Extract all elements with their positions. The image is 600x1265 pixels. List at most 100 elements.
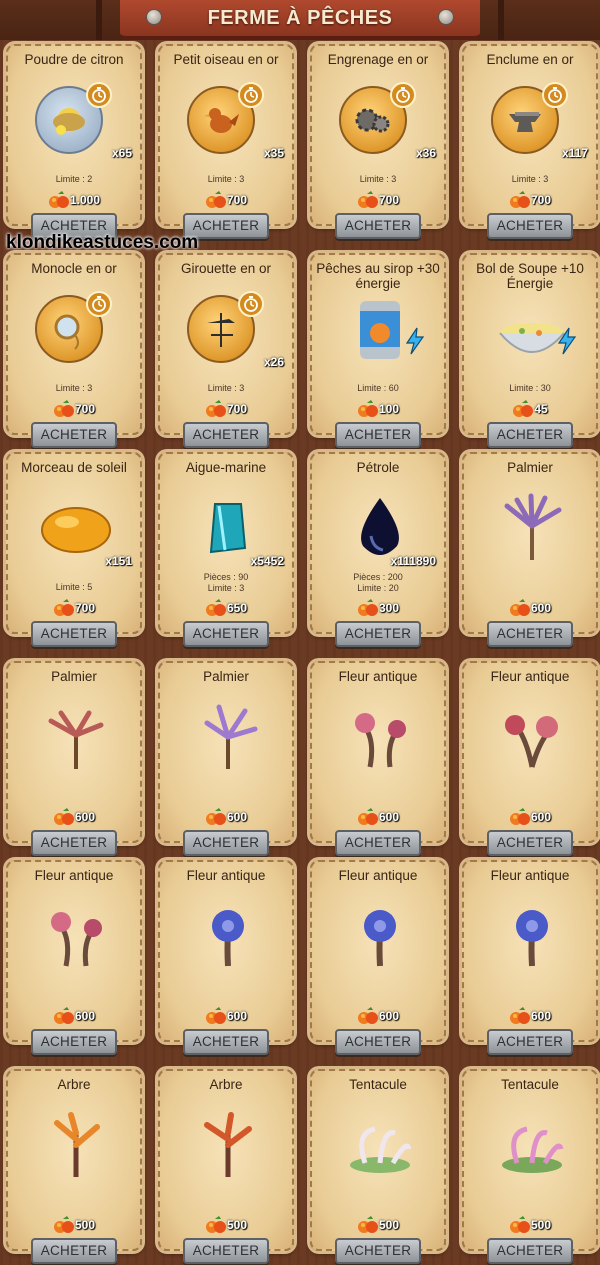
limit-line: Limite : 3 bbox=[207, 174, 245, 184]
item-price: 500 bbox=[464, 1216, 596, 1234]
buy-button[interactable]: ACHETER bbox=[487, 621, 573, 647]
shop-item-card[interactable]: Palmier 600 bbox=[158, 661, 294, 843]
item-price: 600 bbox=[464, 808, 596, 826]
price-amount: 500 bbox=[74, 1218, 96, 1232]
ancient-flower-red-icon bbox=[487, 701, 577, 777]
item-title: Enclume en or bbox=[486, 52, 574, 67]
shop-item-card[interactable]: Palmier 600 bbox=[462, 452, 598, 634]
price-amount: 700 bbox=[530, 193, 552, 207]
peach-currency-icon bbox=[205, 400, 227, 418]
shop-item-card[interactable]: Enclume en or x117 Limite : 3 700 bbox=[462, 44, 598, 226]
item-count: x36 bbox=[415, 146, 436, 160]
buy-button[interactable]: ACHETER bbox=[335, 422, 421, 448]
tentacle-white-icon bbox=[335, 1109, 425, 1185]
peach-currency-icon bbox=[205, 599, 227, 617]
shop-item-card[interactable]: Arbre 500 bbox=[158, 1069, 294, 1251]
item-limit: Limite : 3 bbox=[160, 174, 292, 185]
buy-button[interactable]: ACHETER bbox=[335, 1029, 421, 1055]
shop-item-card[interactable]: Tentacule 500 bbox=[462, 1069, 598, 1251]
limit-line: Limite : 3 bbox=[511, 174, 549, 184]
buy-button[interactable]: ACHETER bbox=[487, 830, 573, 856]
item-count: x151 bbox=[105, 554, 132, 568]
timer-icon bbox=[86, 291, 112, 317]
shop-item-card[interactable]: Pêches au sirop +30 énergie Limite : 60 10… bbox=[310, 253, 446, 435]
watermark-text: klondikeastuces.com bbox=[6, 232, 199, 253]
shop-item-card[interactable]: Arbre 500 bbox=[6, 1069, 142, 1251]
item-count: x65 bbox=[111, 146, 132, 160]
buy-button[interactable]: ACHETER bbox=[335, 1238, 421, 1264]
buy-button[interactable]: ACHETER bbox=[183, 1029, 269, 1055]
shop-item-card[interactable]: Poudre de citron x65 Limite : 2 1.000 bbox=[6, 44, 142, 226]
limit-line: Pièces : 200 bbox=[353, 572, 403, 582]
limit-line: Limite : 60 bbox=[357, 383, 399, 393]
price-amount: 700 bbox=[74, 601, 96, 615]
peach-currency-icon bbox=[509, 191, 531, 209]
shop-item-card[interactable]: Aigue-marine x5452 Pièces : 90 Limite : 3 65… bbox=[158, 452, 294, 634]
shop-item-card[interactable]: Engrenage en or x36 Limite : 3 700 bbox=[310, 44, 446, 226]
buy-button[interactable]: ACHETER bbox=[31, 1238, 117, 1264]
buy-button[interactable]: ACHETER bbox=[183, 422, 269, 448]
shop-item-card[interactable]: Fleur antique 600 bbox=[462, 860, 598, 1042]
peach-currency-icon bbox=[509, 1216, 531, 1234]
shop-item-card[interactable]: Palmier 600 bbox=[6, 661, 142, 843]
peach-currency-icon bbox=[509, 599, 531, 617]
shop-item-card[interactable]: Petit oiseau en or x35 Limite : 3 700 bbox=[158, 44, 294, 226]
buy-button[interactable]: ACHETER bbox=[335, 830, 421, 856]
item-title: Palmier bbox=[203, 669, 249, 684]
buy-button[interactable]: ACHETER bbox=[31, 621, 117, 647]
shop-item-card[interactable]: Tentacule 500 bbox=[310, 1069, 446, 1251]
shop-item-card[interactable]: Morceau de soleil x151 Limite : 5 700 bbox=[6, 452, 142, 634]
energy-bolt-icon bbox=[556, 327, 578, 355]
shop-item-card[interactable]: Bol de Soupe +10 Énergie Limite : 30 45 bbox=[462, 253, 598, 435]
item-price: 1.000 bbox=[8, 191, 140, 209]
item-limit: Pièces : 200 Limite : 20 bbox=[312, 572, 444, 594]
shop-item-card[interactable]: Monocle en or Limite : 3 700 bbox=[6, 253, 142, 435]
buy-button[interactable]: ACHETER bbox=[183, 1238, 269, 1264]
item-price: 700 bbox=[8, 599, 140, 617]
item-price: 700 bbox=[464, 191, 596, 209]
buy-button[interactable]: ACHETER bbox=[487, 1029, 573, 1055]
item-title: Fleur antique bbox=[490, 669, 570, 684]
buy-button[interactable]: ACHETER bbox=[487, 1238, 573, 1264]
price-amount: 1.000 bbox=[69, 193, 101, 207]
price-amount: 500 bbox=[226, 1218, 248, 1232]
buy-button[interactable]: ACHETER bbox=[31, 830, 117, 856]
ancient-flower-pink-icon bbox=[31, 900, 121, 976]
price-amount: 700 bbox=[74, 402, 96, 416]
buy-button[interactable]: ACHETER bbox=[31, 422, 117, 448]
price-amount: 600 bbox=[74, 1009, 96, 1023]
buy-button[interactable]: ACHETER bbox=[183, 830, 269, 856]
item-price: 600 bbox=[464, 1007, 596, 1025]
item-price: 500 bbox=[8, 1216, 140, 1234]
price-amount: 700 bbox=[226, 402, 248, 416]
peach-currency-icon bbox=[53, 808, 75, 826]
price-amount: 600 bbox=[74, 810, 96, 824]
buy-button[interactable]: ACHETER bbox=[487, 422, 573, 448]
buy-button[interactable]: ACHETER bbox=[487, 213, 573, 239]
item-price: 600 bbox=[312, 808, 444, 826]
shop-item-card[interactable]: Pétrole x111890 Pièces : 200 Limite : 20 300 bbox=[310, 452, 446, 634]
shop-item-card[interactable]: Fleur antique 600 bbox=[310, 661, 446, 843]
shop-item-card[interactable]: Fleur antique 600 bbox=[310, 860, 446, 1042]
item-limit: Limite : 2 bbox=[8, 174, 140, 185]
limit-line: Limite : 30 bbox=[509, 383, 551, 393]
shop-item-card[interactable]: Fleur antique 600 bbox=[462, 661, 598, 843]
shop-item-card[interactable]: Fleur antique 600 bbox=[6, 860, 142, 1042]
price-amount: 700 bbox=[226, 193, 248, 207]
item-price: 600 bbox=[8, 808, 140, 826]
price-amount: 600 bbox=[530, 810, 552, 824]
limit-line: Limite : 2 bbox=[55, 174, 93, 184]
buy-button[interactable]: ACHETER bbox=[183, 621, 269, 647]
buy-button[interactable]: ACHETER bbox=[335, 213, 421, 239]
price-amount: 45 bbox=[534, 402, 548, 416]
limit-line: Pièces : 90 bbox=[203, 572, 249, 582]
shop-item-card[interactable]: Girouette en or x26 Limite : 3 700 bbox=[158, 253, 294, 435]
item-count: x111890 bbox=[390, 554, 436, 568]
buy-button[interactable]: ACHETER bbox=[31, 1029, 117, 1055]
peach-currency-icon bbox=[53, 599, 75, 617]
shop-item-card[interactable]: Fleur antique 600 bbox=[158, 860, 294, 1042]
peach-currency-icon bbox=[357, 808, 379, 826]
item-title: Palmier bbox=[51, 669, 97, 684]
price-amount: 600 bbox=[226, 810, 248, 824]
buy-button[interactable]: ACHETER bbox=[335, 621, 421, 647]
